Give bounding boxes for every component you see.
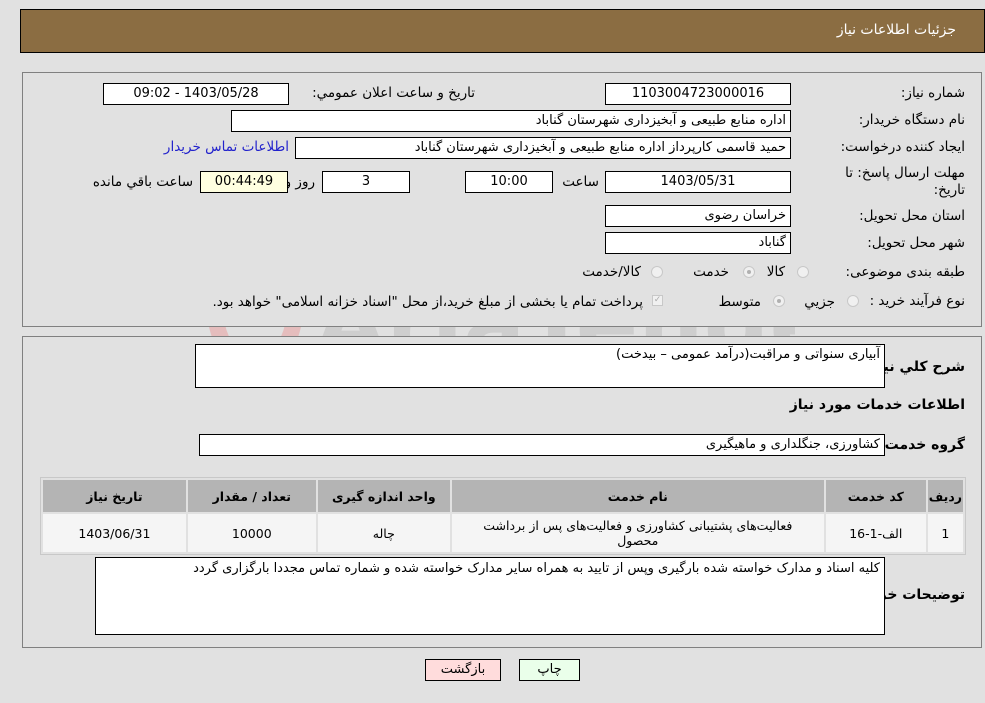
buyer-notes-textarea[interactable]: کلیه اسناد و مدارک خواسته شده بارگیری وپ…	[95, 557, 885, 635]
page-title: جزئیات اطلاعات نیاز	[836, 22, 956, 38]
buyer-contact-link[interactable]: اطلاعات تماس خریدار	[164, 139, 289, 155]
services-table: ردیف کد خدمت نام خدمت واحد اندازه گیری ت…	[40, 477, 966, 555]
need-details-panel: شرح كلي نياز: آبیاری سنواتی و مراقبت(درآ…	[22, 336, 982, 648]
category-option-service: خدمت	[693, 264, 729, 280]
need-info-panel: شماره نیاز: 1103004723000016 تاریخ و ساع…	[22, 72, 982, 327]
announce-datetime-label: تاریخ و ساعت اعلان عمومي:	[312, 85, 475, 101]
col-quantity: تعداد / مقدار	[187, 480, 316, 512]
requester-label: ایجاد کننده درخواست:	[840, 139, 965, 155]
category-label: طبقه بندی موضوعی:	[845, 264, 965, 280]
description-textarea[interactable]: آبیاری سنواتی و مراقبت(درآمد عمومی – بید…	[195, 344, 885, 388]
need-number-label: شماره نیاز:	[900, 85, 965, 101]
cell-unit: چاله	[317, 514, 450, 552]
purchase-option-minor: جزيي	[804, 294, 835, 310]
table-row: 1 الف-1-16 فعالیت‌های پشتیبانی کشاورزی و…	[43, 514, 963, 552]
cell-service-code: الف-1-16	[825, 514, 926, 552]
page-header: جزئیات اطلاعات نیاز	[20, 9, 985, 53]
buyer-org-field: اداره منابع طبیعی و آبخیزداری شهرستان گن…	[231, 110, 791, 132]
category-radio-service[interactable]	[743, 266, 755, 278]
city-label: شهر محل تحویل:	[867, 235, 965, 251]
deadline-label: مهلت ارسال پاسخ: تا تاریخ:	[845, 165, 965, 198]
buyer-org-label: نام دستگاه خریدار:	[858, 112, 965, 128]
cell-row-number: 1	[927, 514, 963, 552]
deadline-time-label: ساعت	[562, 174, 599, 190]
deadline-time-field: 10:00	[465, 171, 553, 193]
deadline-days-field: 3	[322, 171, 410, 193]
cell-quantity: 10000	[187, 514, 316, 552]
treasury-note: پرداخت تمام یا بخشی از مبلغ خرید،از محل …	[212, 294, 643, 310]
print-button[interactable]: چاپ	[519, 659, 580, 681]
requester-field: حمید قاسمی کارپرداز اداره منابع طبیعی و …	[295, 137, 791, 159]
col-service-code: کد خدمت	[825, 480, 926, 512]
services-table-header: ردیف کد خدمت نام خدمت واحد اندازه گیری ت…	[43, 480, 963, 512]
deadline-date-field: 1403/05/31	[605, 171, 791, 193]
province-field: خراسان رضوی	[605, 205, 791, 227]
service-group-field: کشاورزی، جنگلداری و ماهیگیری	[199, 434, 885, 456]
need-number-field: 1103004723000016	[605, 83, 791, 105]
purchase-type-label: نوع فرآیند خرید :	[869, 293, 965, 309]
col-row-number: ردیف	[927, 480, 963, 512]
category-option-goods-service: کالا/خدمت	[582, 264, 641, 280]
deadline-days-label: روز و	[284, 174, 315, 190]
remaining-time-label: ساعت باقي مانده	[92, 174, 193, 190]
purchase-option-medium: متوسط	[718, 294, 761, 310]
purchase-radio-minor[interactable]	[847, 295, 859, 307]
services-heading: اطلاعات خدمات مورد نياز	[789, 397, 965, 413]
category-radio-goods-service[interactable]	[651, 266, 663, 278]
city-field: گناباد	[605, 232, 791, 254]
back-button[interactable]: بازگشت	[425, 659, 501, 681]
category-radio-goods[interactable]	[797, 266, 809, 278]
purchase-radio-medium[interactable]	[773, 295, 785, 307]
service-group-label: گروه خدمت:	[879, 437, 965, 453]
category-option-goods: کالا	[766, 264, 785, 280]
cell-need-date: 1403/06/31	[43, 514, 186, 552]
col-need-date: تاریخ نیاز	[43, 480, 186, 512]
remaining-time-field: 00:44:49	[200, 171, 288, 193]
col-unit: واحد اندازه گیری	[317, 480, 450, 512]
col-service-name: نام خدمت	[451, 480, 824, 512]
announce-datetime-field: 1403/05/28 - 09:02	[103, 83, 289, 105]
province-label: استان محل تحویل:	[859, 208, 965, 224]
treasury-checkbox[interactable]: ✓	[652, 295, 663, 306]
cell-service-name: فعالیت‌های پشتیبانی کشاورزی و فعالیت‌های…	[451, 514, 824, 552]
